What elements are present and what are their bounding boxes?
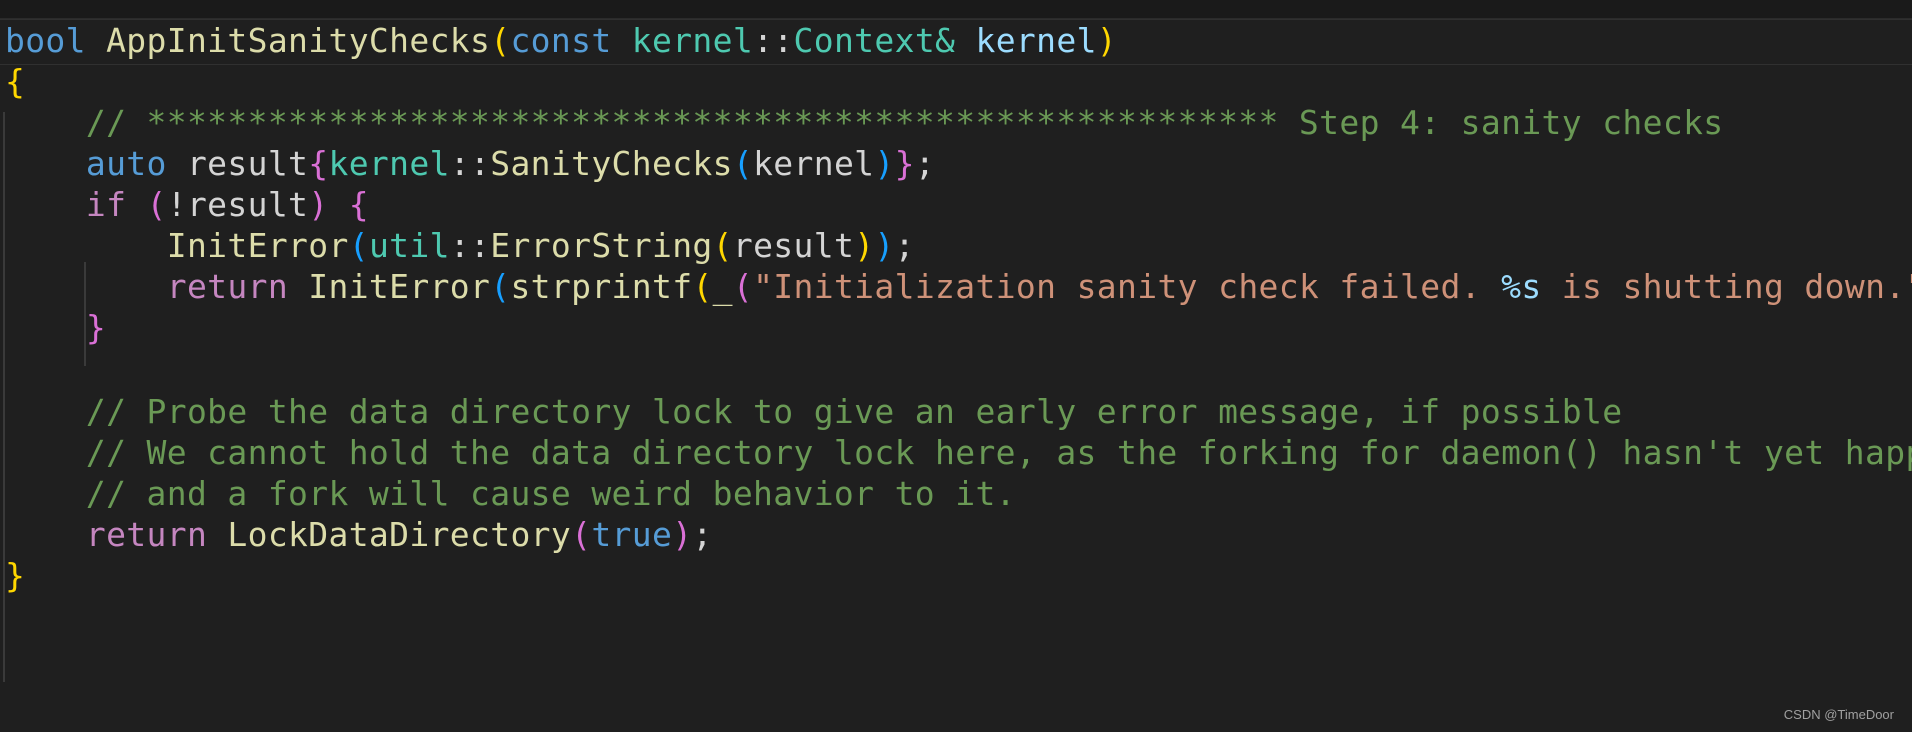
code-line-14[interactable]: } (5, 551, 25, 601)
keyword-bool: bool (5, 21, 86, 60)
bracket: ( (490, 267, 511, 306)
comment: // We cannot hold the data directory loc… (85, 433, 1912, 472)
bracket: ( (732, 267, 754, 306)
namespace: util (368, 226, 450, 265)
bracket: ) (874, 144, 895, 183)
function-call: LockDataDirectory (227, 515, 572, 554)
function-call: ErrorString (490, 226, 713, 265)
semicolon: ; (692, 515, 713, 554)
watermark: CSDN @TimeDoor (1783, 707, 1894, 722)
type-name: Context& (793, 21, 956, 60)
comment: // *************************************… (85, 103, 1724, 142)
bracket: ) (1096, 21, 1118, 60)
function-call: InitError (308, 267, 491, 306)
bracket: ( (712, 226, 733, 265)
code-line-13[interactable]: return LockDataDirectory(true); (5, 510, 713, 560)
bracket: } (894, 144, 915, 183)
bracket: ) (874, 226, 895, 265)
bracket: ( (692, 267, 713, 306)
semicolon: ; (914, 144, 936, 183)
function-name: AppInitSanityChecks (106, 21, 491, 60)
code-line-7[interactable]: return InitError(strprintf(_("Initializa… (5, 262, 1912, 312)
format-specifier: %s (1501, 267, 1542, 306)
bracket: { (308, 144, 329, 183)
bracket: ( (146, 185, 167, 224)
scope-operator: :: (449, 144, 491, 183)
bracket: ( (571, 515, 592, 554)
bracket: ( (348, 226, 369, 265)
bracket: } (5, 556, 26, 595)
function-call: InitError (166, 226, 349, 265)
comment: // Probe the data directory lock to give… (85, 392, 1623, 431)
code-line-8[interactable]: } (5, 303, 106, 353)
code-line-1[interactable]: bool AppInitSanityChecks(const kernel::C… (5, 16, 1117, 66)
bracket: ( (490, 21, 511, 60)
scope-operator: :: (449, 226, 491, 265)
keyword-if: if (85, 185, 127, 224)
function-call: SanityChecks (490, 144, 733, 183)
function-call: _ (712, 267, 733, 306)
bracket: { (348, 185, 369, 224)
bracket: } (85, 308, 107, 347)
function-call: strprintf (510, 267, 693, 306)
parameter: kernel (975, 21, 1097, 60)
argument: result (732, 226, 855, 265)
keyword-return: return (85, 515, 208, 554)
string-literal: is shutting down." (1541, 267, 1912, 306)
namespace: kernel (328, 144, 450, 183)
argument: kernel (753, 144, 875, 183)
condition: !result (166, 185, 309, 224)
code-editor[interactable]: bool AppInitSanityChecks(const kernel::C… (0, 0, 1912, 732)
scope-operator: :: (753, 21, 794, 60)
comment: // and a fork will cause weird behavior … (85, 474, 1016, 513)
bracket: ( (732, 144, 754, 183)
bracket: ) (308, 185, 329, 224)
bracket: { (5, 62, 26, 101)
keyword-auto: auto (85, 144, 167, 183)
bracket: ) (854, 226, 875, 265)
namespace: kernel (631, 21, 754, 60)
string-literal: "Initialization sanity check failed. (753, 267, 1502, 306)
keyword-return: return (166, 267, 289, 306)
semicolon: ; (894, 226, 915, 265)
variable: result (186, 144, 309, 183)
keyword-true: true (591, 515, 673, 554)
keyword-const: const (510, 21, 612, 60)
bracket: ) (672, 515, 693, 554)
